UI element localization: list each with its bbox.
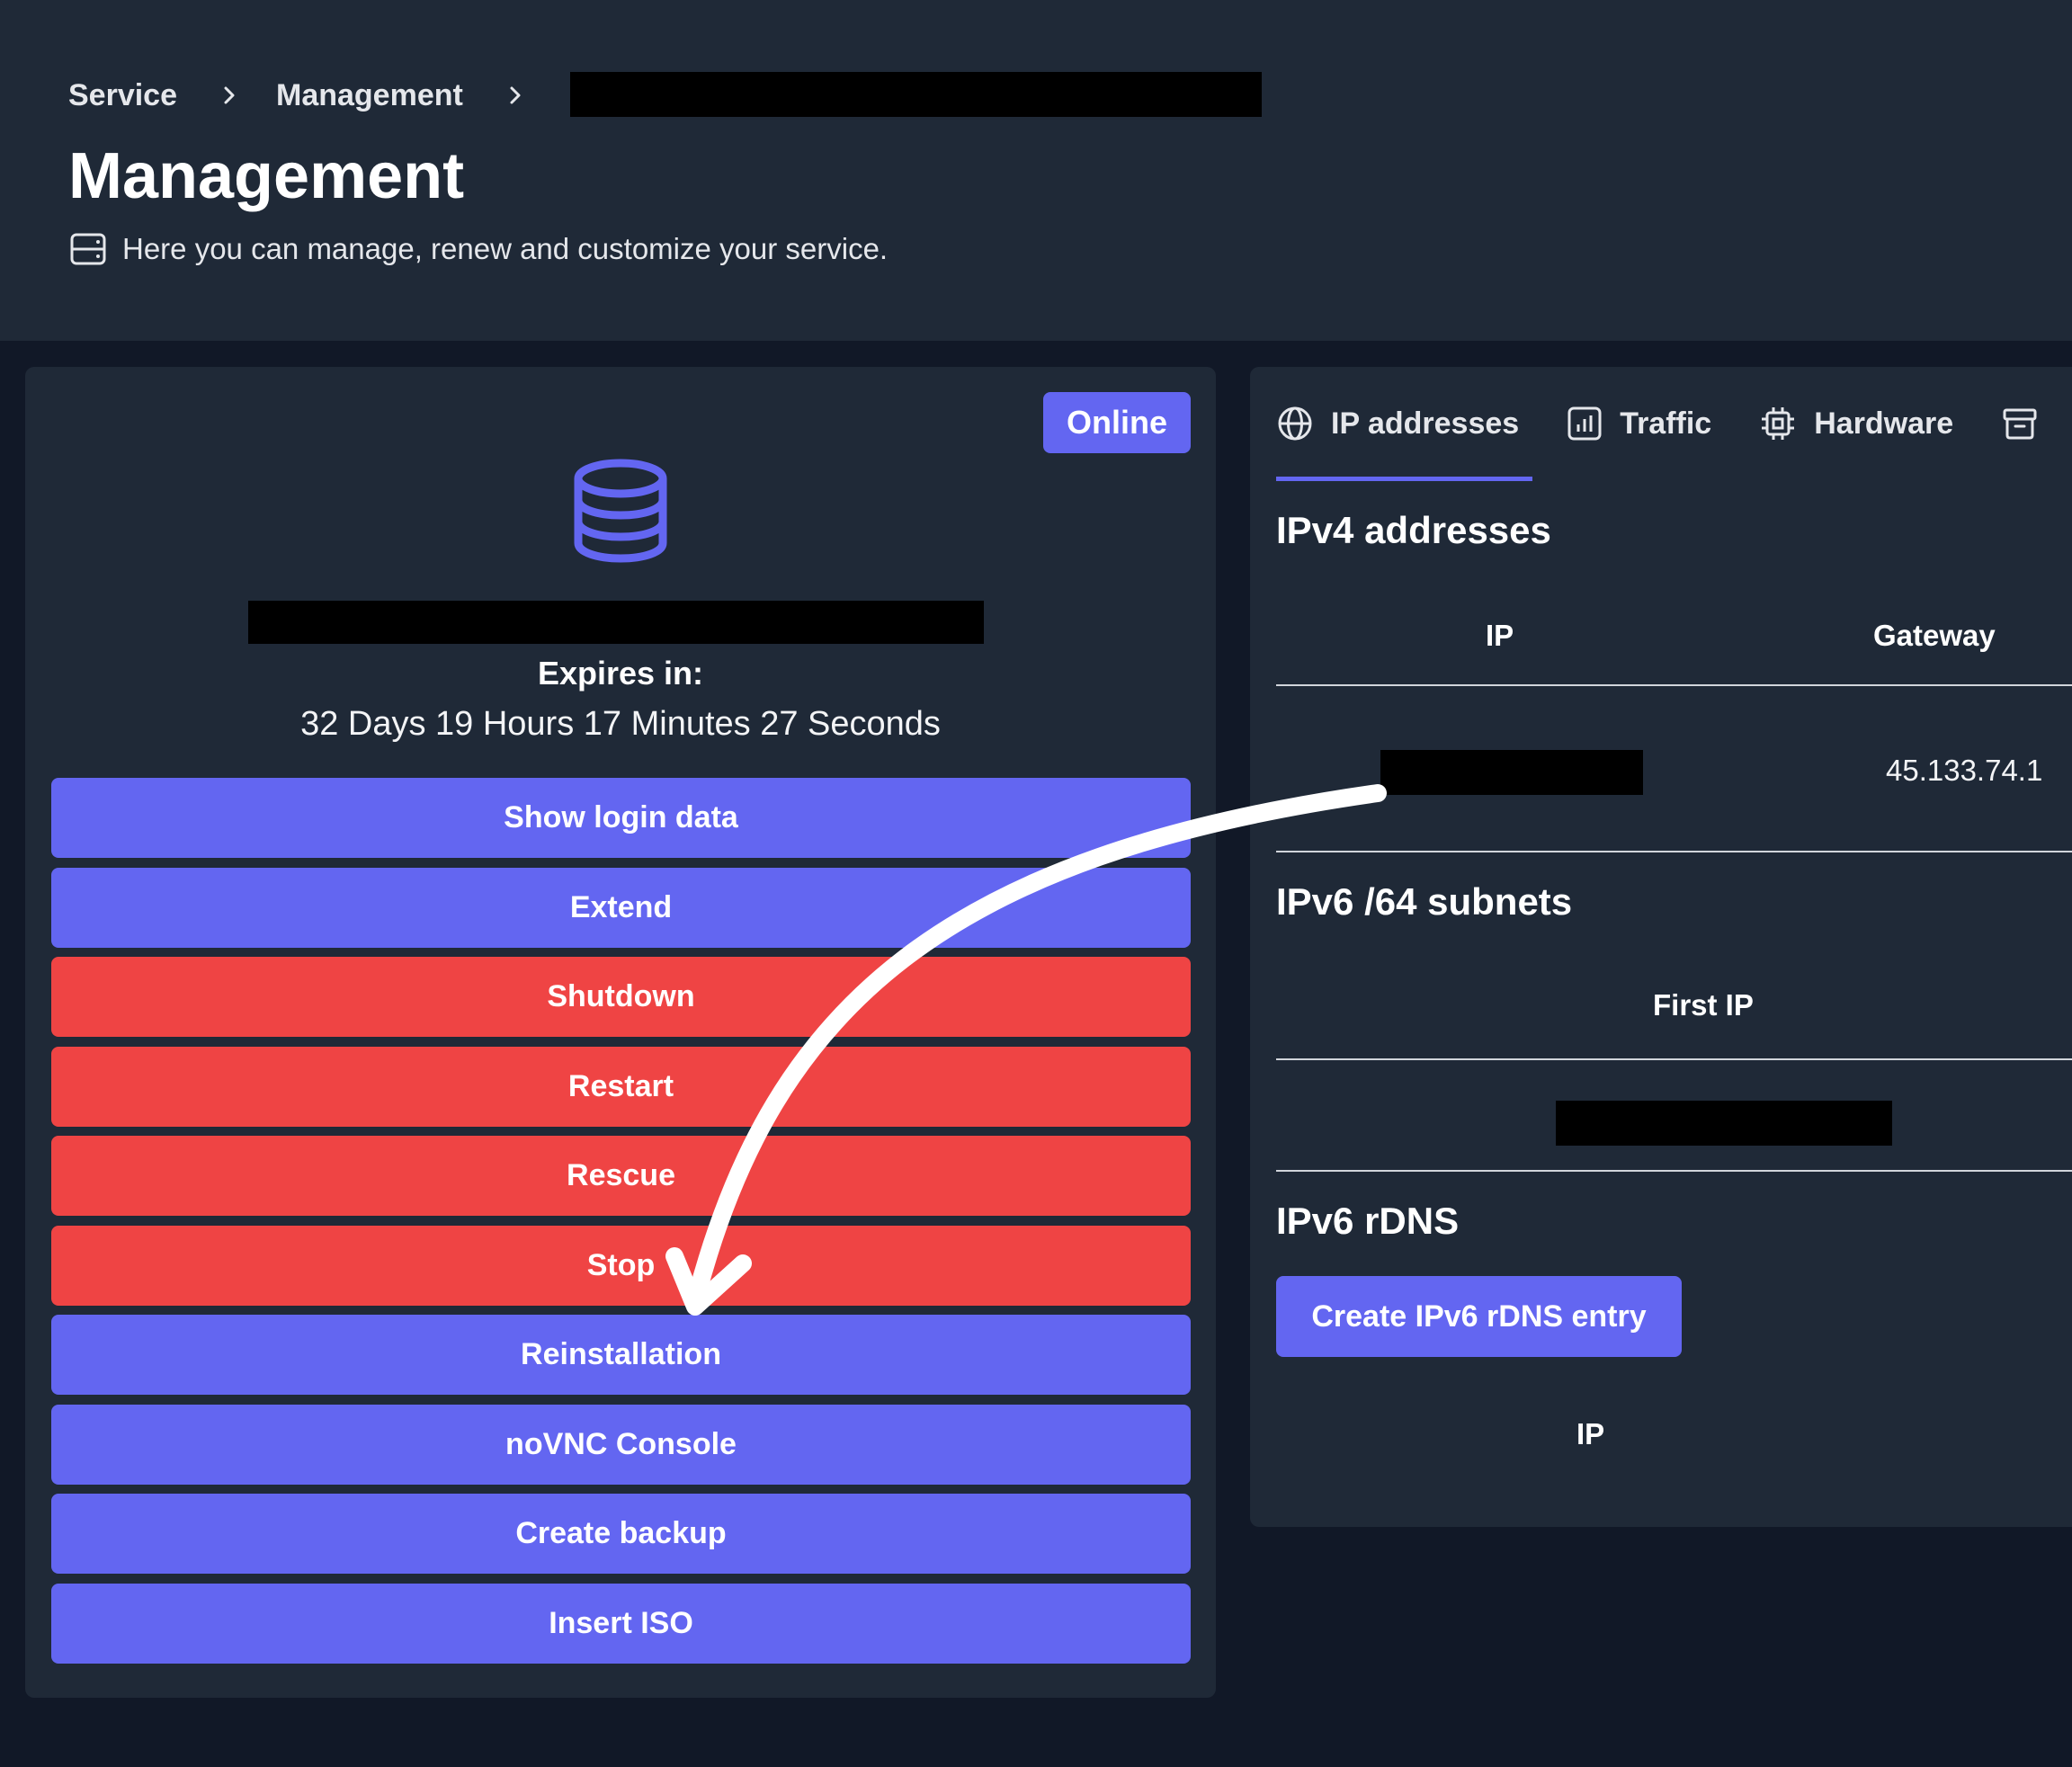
table-divider — [1276, 1170, 2072, 1172]
page-subtitle: Here you can manage, renew and customize… — [70, 232, 888, 266]
bar-chart-icon — [1567, 406, 1620, 441]
breadcrumb: Service Management — [68, 72, 562, 119]
tab-archive[interactable] — [2002, 406, 2056, 442]
extend-button[interactable]: Extend — [51, 868, 1191, 948]
ipv6-rdns-title: IPv6 rDNS — [1276, 1200, 1460, 1242]
shutdown-button[interactable]: Shutdown — [51, 957, 1191, 1037]
tab-label: IP addresses — [1331, 406, 1520, 441]
subtitle-text: Here you can manage, renew and customize… — [122, 232, 889, 265]
restart-button[interactable]: Restart — [51, 1047, 1191, 1127]
status-badge: Online — [1043, 392, 1191, 453]
show-login-data-button[interactable]: Show login data — [51, 778, 1191, 858]
table-divider — [1276, 851, 2072, 852]
ipv4-col-ip: IP — [1486, 619, 1514, 652]
tab-label: Hardware — [1814, 406, 1954, 441]
redacted-server-name — [248, 601, 984, 644]
ipv4-section-title: IPv4 addresses — [1276, 509, 1551, 551]
ipv4-col-gateway: Gateway — [1873, 619, 1996, 652]
redacted-breadcrumb-item — [570, 72, 1262, 117]
tab-traffic[interactable]: Traffic — [1567, 406, 1711, 442]
server-icon — [70, 233, 122, 265]
insert-iso-button[interactable]: Insert ISO — [51, 1584, 1191, 1664]
rescue-button[interactable]: Rescue — [51, 1136, 1191, 1216]
breadcrumb-item-management[interactable]: Management — [276, 78, 463, 113]
expires-countdown: 32 Days 19 Hours 17 Minutes 27 Seconds — [300, 705, 941, 743]
ipv6-col-first-ip: First IP — [1653, 988, 1754, 1022]
reinstallation-button[interactable]: Reinstallation — [51, 1315, 1191, 1395]
active-tab-indicator — [1276, 477, 1532, 481]
tab-bar: IP addresses Traffic Hardware — [1277, 396, 2072, 451]
redacted-ipv4-address — [1380, 750, 1643, 795]
database-icon — [572, 459, 669, 567]
create-ipv6-rdns-button[interactable]: Create IPv6 rDNS entry — [1276, 1276, 1682, 1357]
breadcrumb-item-service[interactable]: Service — [68, 78, 177, 113]
tab-label: Traffic — [1620, 406, 1712, 441]
redacted-ipv6-subnet — [1556, 1101, 1892, 1146]
tab-ip-addresses[interactable]: IP addresses — [1277, 406, 1519, 442]
chevron-right-icon — [222, 85, 237, 106]
rdns-col-ip: IP — [1576, 1417, 1605, 1450]
table-divider — [1276, 1058, 2072, 1060]
table-divider — [1276, 684, 2072, 686]
novnc-console-button[interactable]: noVNC Console — [51, 1405, 1191, 1485]
chevron-right-icon — [508, 85, 522, 106]
ipv6-subnets-title: IPv6 /64 subnets — [1276, 880, 1573, 923]
globe-icon — [1277, 406, 1331, 442]
page-title: Management — [68, 140, 465, 212]
ipv4-gateway-value: 45.133.74.1 — [1886, 754, 2043, 787]
cpu-icon — [1760, 406, 1814, 442]
create-backup-button[interactable]: Create backup — [51, 1494, 1191, 1574]
tab-hardware[interactable]: Hardware — [1760, 406, 1953, 442]
expires-label: Expires in: — [537, 655, 704, 692]
archive-icon — [2002, 406, 2056, 442]
stop-button[interactable]: Stop — [51, 1226, 1191, 1306]
